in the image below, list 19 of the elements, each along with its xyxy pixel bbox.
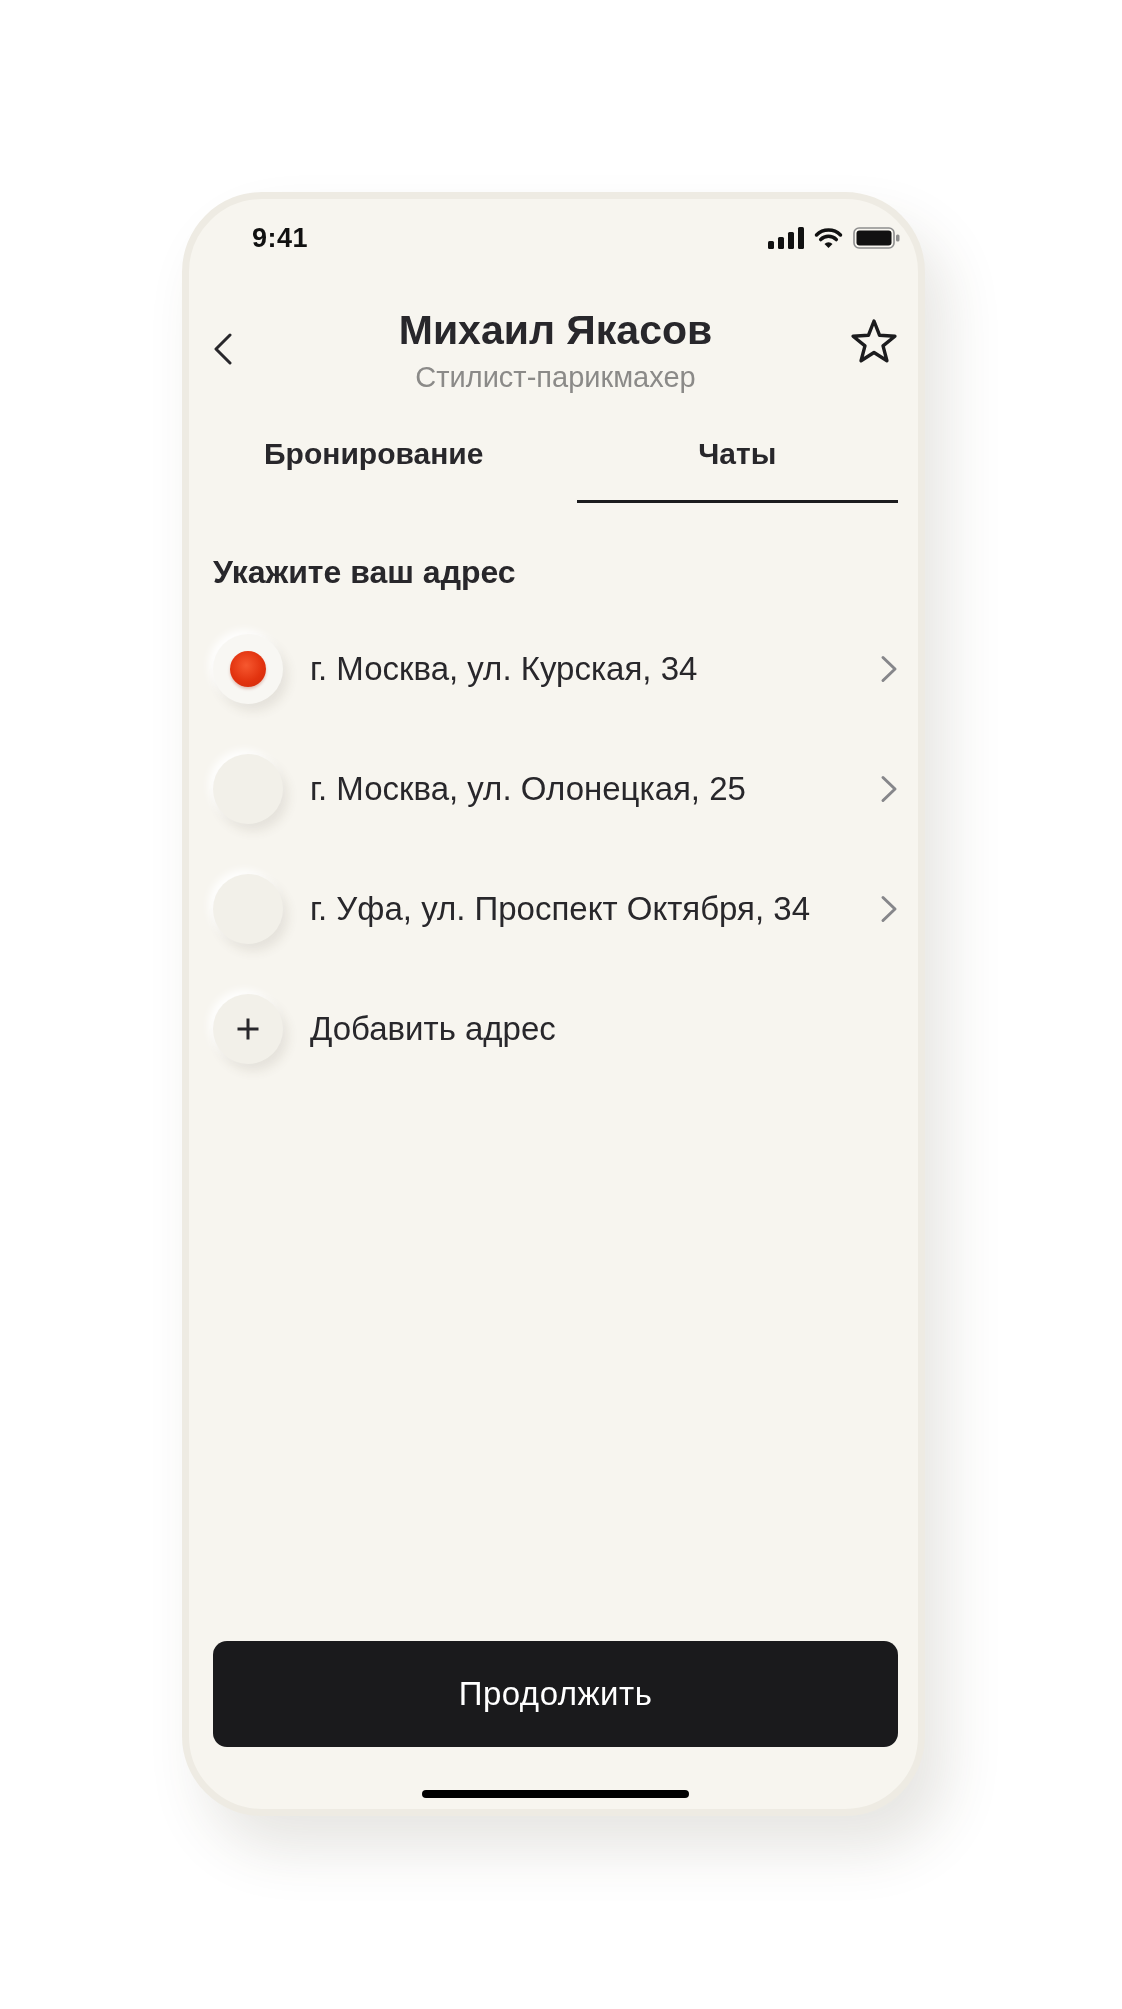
plus-icon xyxy=(236,1017,260,1041)
profile-role: Стилист-парикмахер xyxy=(415,360,696,394)
chevron-right-icon[interactable] xyxy=(880,775,898,803)
add-address-link[interactable]: Добавить адрес xyxy=(310,1010,556,1048)
wifi-icon xyxy=(813,227,844,249)
address-text: г. Уфа, ул. Проспект Октября, 34 xyxy=(310,890,811,928)
signal-icon xyxy=(768,227,804,249)
address-text: г. Москва, ул. Олонецкая, 25 xyxy=(310,770,747,808)
chevron-right-icon[interactable] xyxy=(880,655,898,683)
address-text: г. Москва, ул. Курская, 34 xyxy=(310,650,699,688)
tab[interactable]: Бронирование xyxy=(213,407,535,503)
back-icon[interactable] xyxy=(213,333,233,365)
profile-name: Михаил Якасов xyxy=(398,306,713,354)
chevron-right-icon[interactable] xyxy=(880,895,898,923)
continue-button[interactable]: Продолжить xyxy=(213,1641,898,1747)
status-time: 9:41 xyxy=(252,222,309,254)
battery-icon xyxy=(853,227,900,249)
section-heading: Укажите ваш адрес xyxy=(213,553,516,592)
tab[interactable]: Чаты xyxy=(576,407,898,503)
